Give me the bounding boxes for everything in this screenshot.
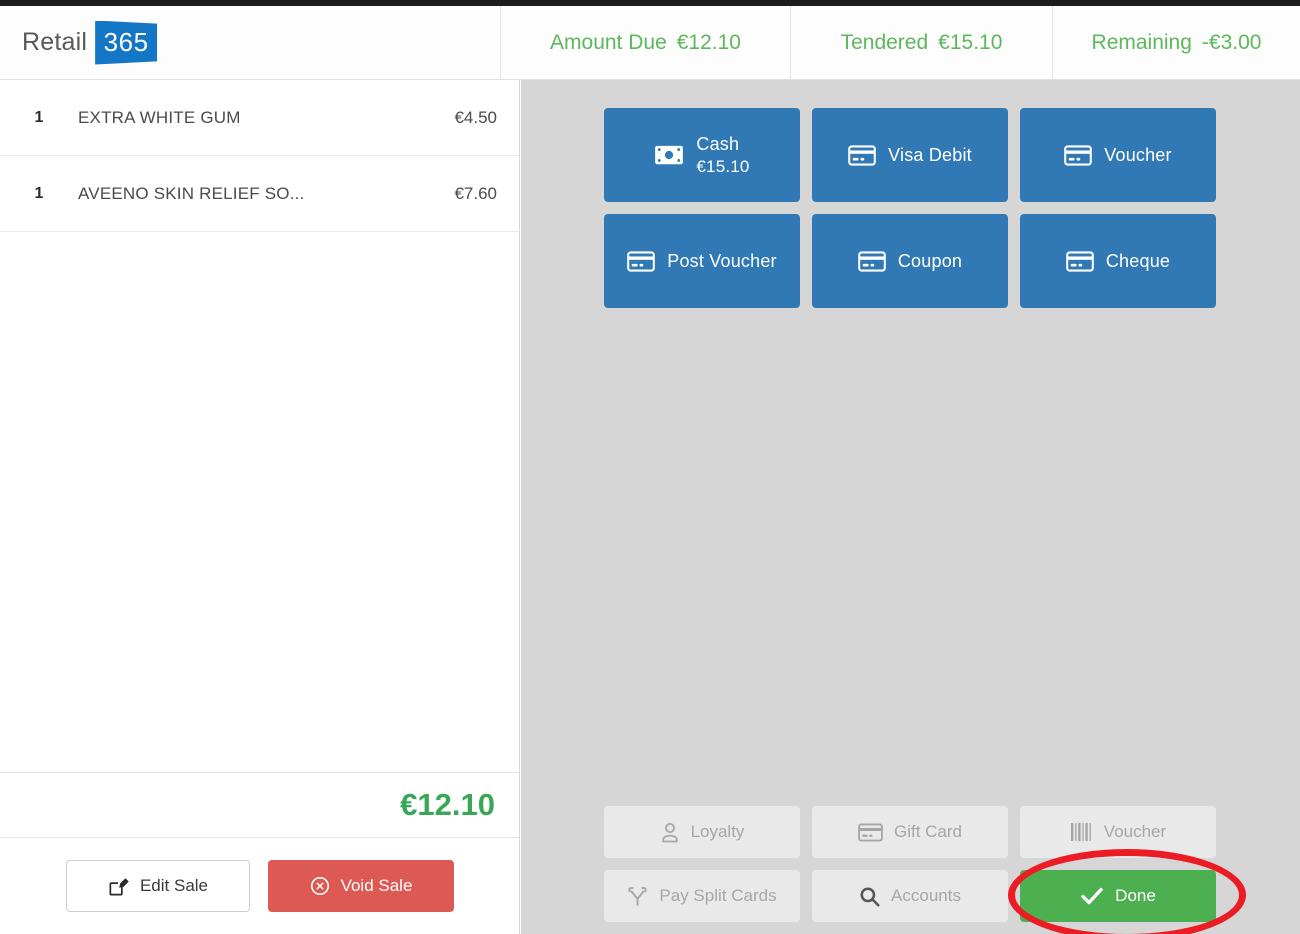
sale-panel: 1 EXTRA WHITE GUM €4.50 1 AVEENO SKIN RE… (0, 80, 520, 934)
brand-logo[interactable]: Retail 365 (0, 6, 500, 79)
banknote-icon (654, 144, 684, 166)
sale-item-list[interactable]: 1 EXTRA WHITE GUM €4.50 1 AVEENO SKIN RE… (0, 80, 519, 772)
remaining-cell: Remaining -€3.00 (1052, 6, 1300, 79)
void-sale-button[interactable]: Void Sale (267, 860, 454, 912)
done-label: Done (1115, 886, 1156, 905)
gift-card-label: Gift Card (893, 822, 963, 841)
sale-actions: Edit Sale Void Sale (0, 838, 519, 934)
tendered-value: €15.10 (938, 30, 1003, 54)
table-row[interactable]: 1 AVEENO SKIN RELIEF SO... €7.60 (0, 156, 519, 232)
gift-card-button[interactable]: Gift Card (812, 806, 1008, 858)
tendered-cell: Tendered €15.10 (790, 6, 1052, 79)
barcode-icon (1070, 822, 1093, 842)
accounts-button[interactable]: Accounts (812, 870, 1008, 922)
payment-method-grid: Cash €15.10 Visa Debit Voucher Post Vouc… (604, 108, 1216, 308)
sale-total-amount: €12.10 (400, 787, 495, 822)
payment-button-voucher[interactable]: Voucher (1020, 108, 1216, 202)
item-qty: 1 (34, 108, 44, 126)
payment-button-visa-debit-label: Visa Debit (888, 144, 972, 165)
payment-button-cheque[interactable]: Cheque (1020, 214, 1216, 308)
tender-panel: Cash €15.10 Visa Debit Voucher Post Vouc… (521, 80, 1300, 934)
credit-card-icon (1066, 250, 1094, 272)
pay-split-cards-button[interactable]: Pay Split Cards (604, 870, 800, 922)
payment-button-coupon-label: Coupon (897, 250, 963, 271)
done-button[interactable]: Done (1020, 870, 1216, 922)
credit-card-icon (627, 250, 656, 272)
app-header: Retail 365 Amount Due €12.10 Tendered €1… (0, 6, 1300, 80)
amount-due-cell: Amount Due €12.10 (500, 6, 790, 79)
remaining-value: -€3.00 (1201, 30, 1262, 54)
amount-due-value: €12.10 (676, 30, 741, 54)
payment-button-cheque-label: Cheque (1105, 250, 1171, 271)
payment-button-cash-amount: €15.10 (696, 156, 750, 176)
check-icon (1080, 886, 1104, 906)
item-price: €4.50 (454, 107, 497, 127)
payment-button-voucher-label: Voucher (1104, 144, 1172, 165)
cancel-circle-icon (309, 875, 331, 897)
item-name: EXTRA WHITE GUM (78, 107, 241, 127)
credit-card-icon (848, 144, 876, 166)
credit-card-icon (1064, 144, 1093, 166)
header-totals: Amount Due €12.10 Tendered €15.10 Remain… (500, 6, 1300, 79)
payment-button-post-voucher[interactable]: Post Voucher (604, 214, 800, 308)
void-sale-label: Void Sale (340, 876, 413, 895)
loyalty-label: Loyalty (690, 822, 745, 841)
credit-card-icon (858, 822, 883, 842)
voucher-button[interactable]: Voucher (1020, 806, 1216, 858)
accounts-label: Accounts (891, 886, 961, 905)
brand-name: Retail (22, 28, 88, 56)
item-qty: 1 (34, 184, 44, 202)
table-row[interactable]: 1 EXTRA WHITE GUM €4.50 (0, 80, 519, 156)
item-name: AVEENO SKIN RELIEF SO... (78, 183, 305, 203)
split-arrow-icon (627, 886, 648, 907)
payment-button-cash-label: Cash (696, 134, 740, 155)
brand-badge: 365 (95, 20, 158, 65)
edit-sale-label: Edit Sale (139, 876, 209, 895)
voucher-label: Voucher (1103, 822, 1167, 841)
sale-total-row: €12.10 (0, 772, 519, 838)
edit-pencil-icon (107, 875, 130, 898)
item-price: €7.60 (454, 183, 497, 203)
magnifier-icon (859, 886, 880, 907)
payment-button-cash[interactable]: Cash €15.10 (604, 108, 800, 202)
function-button-grid: Loyalty Gift Card Voucher Pay Split Card… (604, 806, 1216, 922)
payment-button-coupon[interactable]: Coupon (812, 214, 1008, 308)
pay-split-cards-label: Pay Split Cards (659, 886, 777, 905)
brand-badge-label: 365 (103, 27, 149, 57)
pos-screen: Retail 365 Amount Due €12.10 Tendered €1… (0, 0, 1300, 934)
credit-card-icon (858, 250, 886, 272)
edit-sale-button[interactable]: Edit Sale (65, 860, 250, 912)
remaining-label: Remaining (1091, 30, 1192, 54)
person-icon (660, 822, 680, 843)
amount-due-label: Amount Due (550, 30, 667, 54)
loyalty-button[interactable]: Loyalty (604, 806, 800, 858)
payment-button-post-voucher-label: Post Voucher (667, 250, 777, 271)
tendered-label: Tendered (840, 30, 929, 54)
payment-button-visa-debit[interactable]: Visa Debit (812, 108, 1008, 202)
